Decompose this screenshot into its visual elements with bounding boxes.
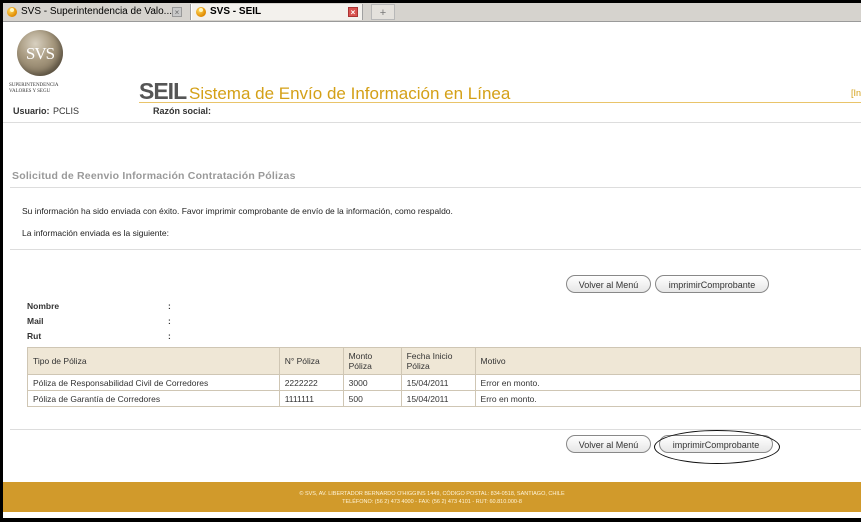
razon-social-label: Razón social:	[153, 106, 212, 116]
logo-text: SVS	[25, 44, 55, 63]
browser-window: SVS - Superintendencia de Valo... × SVS …	[3, 3, 861, 518]
cell-fecha: 15/04/2011	[400, 374, 476, 391]
col-fecha-inicio: Fecha Inicio Póliza	[400, 347, 476, 375]
new-tab-button[interactable]: +	[371, 4, 395, 20]
cell-fecha: 15/04/2011	[400, 390, 476, 407]
svs-logo[interactable]: SVS	[17, 30, 63, 76]
tab-title: SVS - Superintendencia de Valo...	[21, 6, 173, 17]
usuario-value: PCLIS	[53, 106, 80, 116]
highlight-ellipse-annotation	[654, 430, 780, 464]
nombre-colon: :	[168, 301, 171, 311]
tab-bar: SVS - Superintendencia de Valo... × SVS …	[3, 3, 861, 22]
mail-label: Mail	[27, 316, 44, 326]
cell-tipo: Póliza de Garantía de Corredores	[27, 390, 280, 407]
tab-svs-seil[interactable]: SVS - SEIL ×	[191, 4, 363, 20]
col-numero-poliza: N° Póliza	[278, 347, 344, 375]
table-row: Póliza de Garantía de Corredores 1111111…	[27, 390, 861, 407]
svs-favicon-icon	[7, 7, 17, 17]
success-message: Su información ha sido enviada con éxito…	[22, 206, 453, 216]
volver-menu-button-bottom[interactable]: Volver al Menú	[566, 435, 651, 453]
cell-tipo: Póliza de Responsabilidad Civil de Corre…	[27, 374, 280, 391]
cell-motivo: Error en monto.	[474, 374, 861, 391]
footer-address: © SVS, AV. LIBERTADOR BERNARDO O'HIGGINS…	[299, 491, 565, 497]
table-row: Póliza de Responsabilidad Civil de Corre…	[27, 374, 861, 391]
mail-colon: :	[168, 316, 171, 326]
logo-subtitle: SUPERINTENDENCIA VALORES Y SEGU	[9, 83, 59, 94]
close-icon[interactable]: ×	[348, 7, 358, 17]
title-divider	[10, 187, 861, 188]
site-footer: © SVS, AV. LIBERTADOR BERNARDO O'HIGGINS…	[3, 482, 861, 512]
info-message: La información enviada es la siguiente:	[22, 228, 169, 238]
polizas-table: Tipo de Póliza N° Póliza Monto Póliza Fe…	[27, 347, 861, 407]
cell-monto: 500	[342, 390, 402, 407]
volver-menu-button[interactable]: Volver al Menú	[566, 275, 651, 293]
page-title: Solicitud de Reenvio Información Contrat…	[12, 170, 296, 182]
rut-colon: :	[168, 331, 171, 341]
close-icon[interactable]: ×	[172, 7, 182, 17]
cell-numero: 1111111	[278, 390, 344, 407]
col-motivo: Motivo	[474, 347, 861, 375]
cell-numero: 2222222	[278, 374, 344, 391]
cell-motivo: Erro en monto.	[474, 390, 861, 407]
svs-favicon-icon	[196, 7, 206, 17]
message-divider	[10, 249, 861, 250]
rut-label: Rut	[27, 331, 42, 341]
nombre-label: Nombre	[27, 301, 60, 311]
footer-contact: TELÉFONO: (56 2) 473 4000 - FAX: (56 2) …	[342, 499, 522, 505]
site-header: SVS SUPERINTENDENCIA VALORES Y SEGU SEIL…	[3, 22, 861, 104]
table-header-row: Tipo de Póliza N° Póliza Monto Póliza Fe…	[27, 347, 861, 375]
usuario-label: Usuario:	[13, 106, 50, 116]
tab-svs-superintendencia[interactable]: SVS - Superintendencia de Valo... ×	[3, 4, 191, 20]
cell-monto: 3000	[342, 374, 402, 391]
page-bottom	[3, 512, 861, 518]
col-tipo-poliza: Tipo de Póliza	[27, 347, 280, 375]
user-info-bar: Usuario: PCLIS Razón social:	[3, 100, 861, 123]
col-monto-poliza: Monto Póliza	[342, 347, 402, 375]
tab-title: SVS - SEIL	[210, 6, 262, 17]
header-edge-link[interactable]: [In	[851, 88, 861, 98]
imprimir-comprobante-button[interactable]: imprimirComprobante	[655, 275, 769, 293]
